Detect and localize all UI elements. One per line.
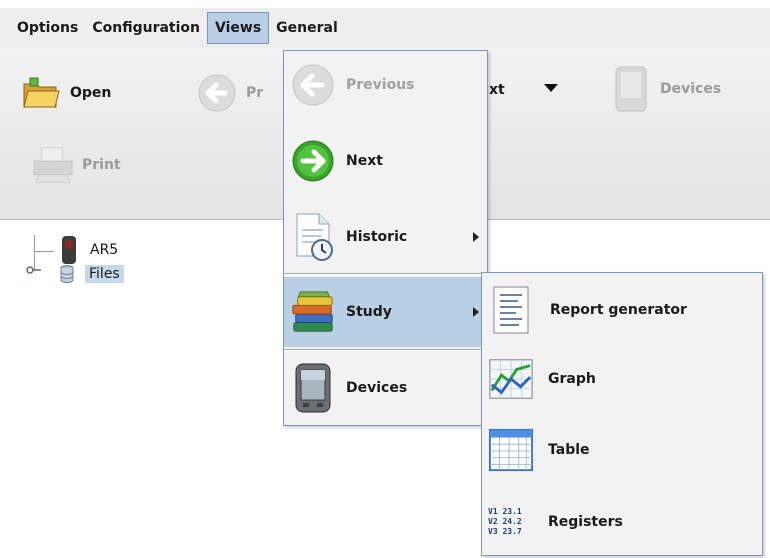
pda-device-icon [290,363,336,413]
tree-node-label: AR5 [90,242,119,258]
database-icon [60,265,74,283]
menu-item-historic[interactable]: Historic [284,207,487,267]
menu-item-registers[interactable]: V1 23.1 V2 24.2 V3 23.7 Registers [482,493,762,551]
report-icon [488,286,534,334]
menu-item-label: Historic [346,229,408,245]
menu-item-label: Report generator [550,302,687,318]
open-button[interactable]: Open [20,72,111,114]
devices-label: Devices [660,81,722,97]
arrow-right-icon [290,138,336,184]
pda-device-disabled-icon [610,66,652,112]
next-dropdown-button[interactable] [544,84,558,92]
tree-expand-handle-icon [26,266,41,274]
menu-configuration[interactable]: Configuration [85,12,207,44]
menu-item-label: Registers [548,514,623,530]
graph-icon [488,356,534,402]
open-folder-icon [20,72,62,114]
menu-item-label: Table [548,442,590,458]
menu-item-next[interactable]: Next [284,133,487,189]
menu-options[interactable]: Options [10,12,85,44]
printer-disabled-icon [32,144,74,186]
menu-item-report-generator[interactable]: Report generator [482,277,762,343]
arrow-left-disabled-icon [196,72,238,114]
registers-icon-line: V1 23.1 [488,507,522,516]
tree-node-files-handle[interactable] [26,265,48,275]
arrow-left-icon [290,62,336,108]
menu-separator [284,349,487,351]
menu-item-label: Study [346,304,392,320]
menu-item-previous[interactable]: Previous [284,57,487,113]
menu-item-label: Previous [346,77,415,93]
registers-icon-line: V2 24.2 [488,517,522,526]
dropdown-arrow-icon [544,84,558,92]
registers-icon-line: V3 23.7 [488,527,522,536]
menu-general[interactable]: General [269,12,345,44]
study-submenu-popup: Report generator Graph Table V1 23.1 V2 … [481,272,763,556]
previous-button[interactable]: Pr [196,72,263,114]
tree-node-label: Files [85,265,124,283]
next-button[interactable]: xt [489,82,505,98]
logger-device-icon [62,236,76,264]
views-menu-popup: Previous Next Historic Study Devices [283,50,488,426]
books-icon [290,289,336,335]
menu-item-study[interactable]: Study [284,277,487,347]
historic-document-icon [290,213,336,261]
menu-bar: Options Configuration Views General [0,8,770,48]
open-label: Open [70,85,112,101]
menu-separator [284,273,487,275]
menu-views[interactable]: Views [207,12,270,44]
print-label: Print [82,157,121,173]
menu-item-label: Next [346,153,383,169]
submenu-arrow-icon [473,307,479,317]
menu-item-table[interactable]: Table [482,421,762,479]
menu-item-graph[interactable]: Graph [482,349,762,409]
table-icon [488,427,534,473]
menu-item-devices[interactable]: Devices [284,355,487,421]
devices-button[interactable]: Devices [610,66,722,112]
menu-item-label: Graph [548,371,596,387]
tree-node-files[interactable]: Files [60,265,124,283]
submenu-arrow-icon [473,232,479,242]
tree-node-ar5[interactable]: AR5 [60,235,118,265]
menu-item-label: Devices [346,380,408,396]
previous-label: Pr [246,85,264,101]
next-label: xt [489,82,505,98]
registers-icon: V1 23.1 V2 24.2 V3 23.7 [488,499,534,545]
print-button[interactable]: Print [32,144,121,186]
tree-connector [34,251,54,252]
